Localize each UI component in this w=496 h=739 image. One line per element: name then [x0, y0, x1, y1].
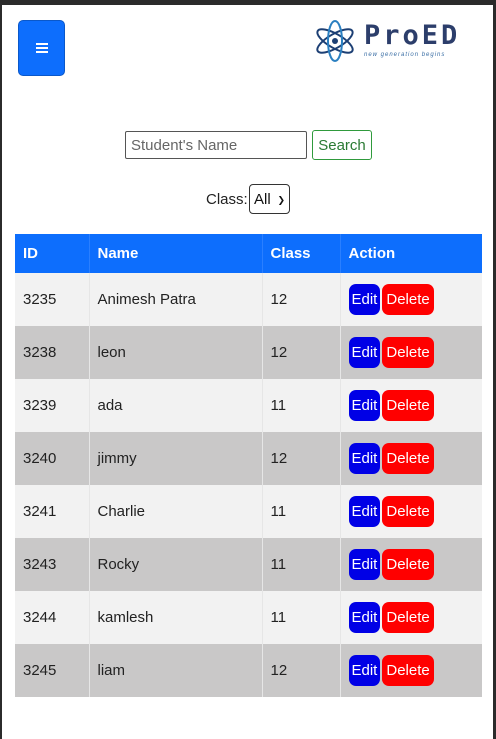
logo-tagline: new generation begins — [364, 52, 446, 58]
edit-button[interactable]: Edit — [348, 337, 381, 368]
cell-name: liam — [89, 644, 263, 697]
delete-button[interactable]: Delete — [382, 549, 434, 580]
table-header-row: ID Name Class Action — [15, 234, 482, 273]
edit-button[interactable]: Edit — [348, 443, 381, 474]
header-name: Name — [89, 234, 263, 273]
window-frame-top — [0, 0, 496, 5]
table-row: 3238 leon 12 Edit Delete — [15, 326, 482, 379]
table-row: 3241 Charlie 11 Edit Delete — [15, 485, 482, 538]
edit-button[interactable]: Edit — [348, 496, 381, 527]
cell-action: Edit Delete — [340, 326, 482, 379]
cell-class: 11 — [262, 379, 341, 432]
cell-name: ada — [89, 379, 263, 432]
delete-button[interactable]: Delete — [382, 390, 434, 421]
cell-name: Animesh Patra — [89, 273, 263, 326]
cell-action: Edit Delete — [340, 538, 482, 591]
cell-id: 3241 — [15, 485, 90, 538]
delete-button[interactable]: Delete — [382, 337, 434, 368]
cell-id: 3244 — [15, 591, 90, 644]
cell-action: Edit Delete — [340, 485, 482, 538]
delete-button[interactable]: Delete — [382, 602, 434, 633]
delete-button[interactable]: Delete — [382, 655, 434, 686]
cell-name: Charlie — [89, 485, 263, 538]
cell-action: Edit Delete — [340, 273, 482, 326]
edit-button[interactable]: Edit — [348, 655, 381, 686]
window-frame-left — [0, 0, 2, 739]
cell-class: 11 — [262, 485, 341, 538]
header-action: Action — [340, 234, 482, 273]
class-filter: Class: All ❯ — [0, 184, 496, 214]
students-table: ID Name Class Action 3235 Animesh Patra … — [15, 234, 482, 697]
table-row: 3245 liam 12 Edit Delete — [15, 644, 482, 697]
cell-id: 3235 — [15, 273, 90, 326]
edit-button[interactable]: Edit — [348, 549, 381, 580]
cell-id: 3239 — [15, 379, 90, 432]
cell-id: 3238 — [15, 326, 90, 379]
cell-action: Edit Delete — [340, 644, 482, 697]
edit-button[interactable]: Edit — [348, 602, 381, 633]
cell-name: leon — [89, 326, 263, 379]
cell-id: 3240 — [15, 432, 90, 485]
cell-class: 12 — [262, 644, 341, 697]
cell-name: kamlesh — [89, 591, 263, 644]
cell-class: 12 — [262, 432, 341, 485]
cell-action: Edit Delete — [340, 591, 482, 644]
cell-name: jimmy — [89, 432, 263, 485]
atom-icon — [316, 20, 354, 62]
cell-name: Rocky — [89, 538, 263, 591]
header-id: ID — [15, 234, 90, 273]
class-filter-label: Class: — [206, 191, 248, 208]
table-row: 3243 Rocky 11 Edit Delete — [15, 538, 482, 591]
cell-class: 11 — [262, 591, 341, 644]
cell-id: 3245 — [15, 644, 90, 697]
delete-button[interactable]: Delete — [382, 443, 434, 474]
menu-button[interactable] — [18, 20, 65, 76]
search-button[interactable]: Search — [312, 130, 372, 160]
chevron-down-icon: ❯ — [277, 195, 285, 205]
delete-button[interactable]: Delete — [382, 284, 434, 315]
header-class: Class — [262, 234, 341, 273]
student-name-input[interactable] — [125, 131, 307, 159]
table-row: 3240 jimmy 12 Edit Delete — [15, 432, 482, 485]
cell-action: Edit Delete — [340, 379, 482, 432]
cell-class: 12 — [262, 273, 341, 326]
cell-class: 11 — [262, 538, 341, 591]
table-row: 3244 kamlesh 11 Edit Delete — [15, 591, 482, 644]
logo-name: ProED — [364, 20, 461, 51]
search-bar: Search — [0, 130, 496, 160]
delete-button[interactable]: Delete — [382, 496, 434, 527]
cell-class: 12 — [262, 326, 341, 379]
hamburger-icon — [35, 43, 48, 53]
edit-button[interactable]: Edit — [348, 390, 381, 421]
class-select-value: All — [254, 190, 271, 208]
class-select[interactable]: All ❯ — [249, 184, 290, 214]
logo: ProED new generation begins — [312, 18, 472, 64]
edit-button[interactable]: Edit — [348, 284, 381, 315]
cell-action: Edit Delete — [340, 432, 482, 485]
cell-id: 3243 — [15, 538, 90, 591]
table-row: 3235 Animesh Patra 12 Edit Delete — [15, 273, 482, 326]
table-row: 3239 ada 11 Edit Delete — [15, 379, 482, 432]
